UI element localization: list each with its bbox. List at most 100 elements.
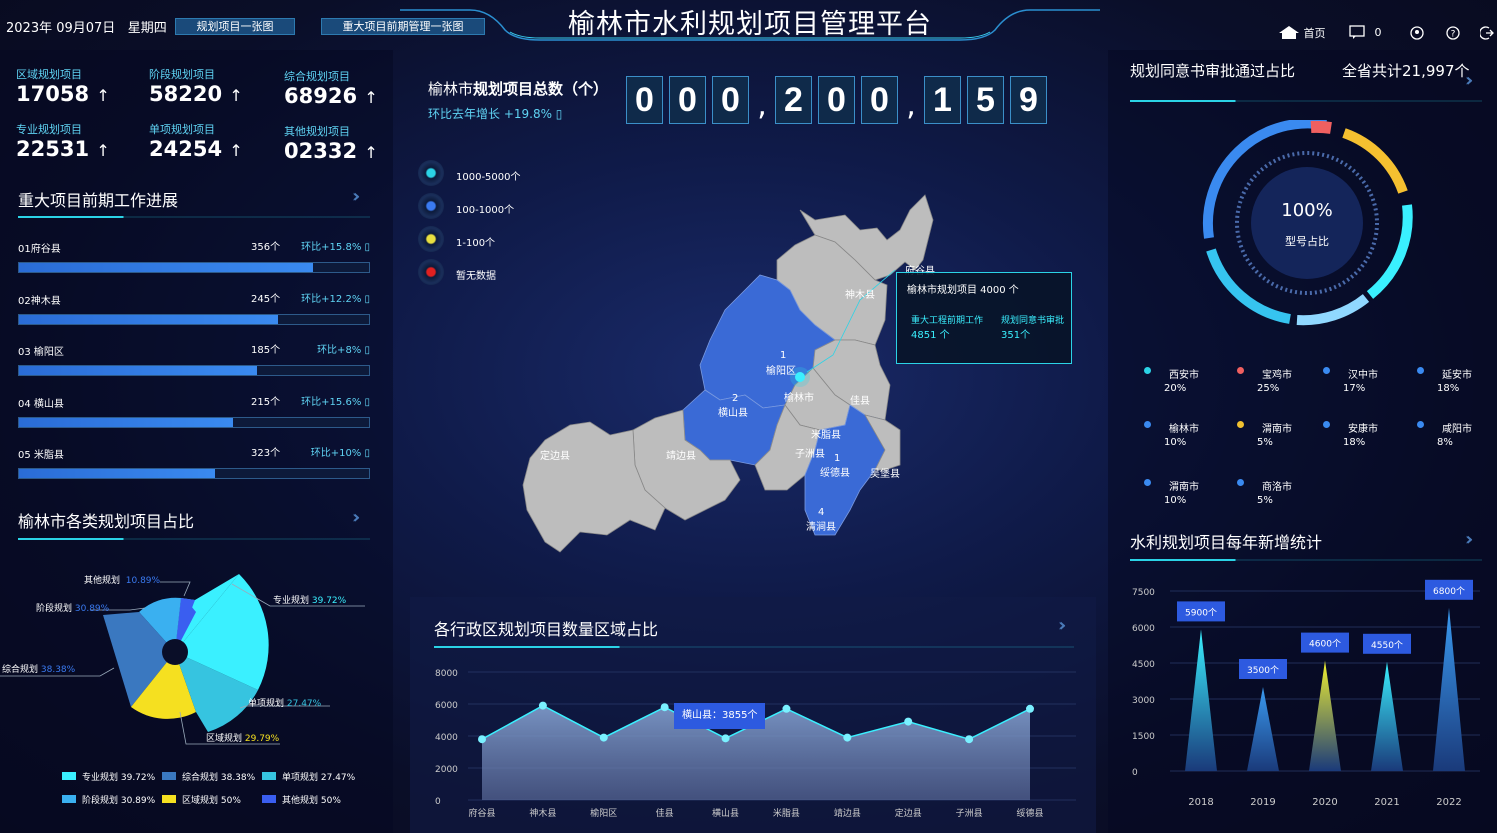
date-value: 2023年 09月07日: [6, 21, 116, 36]
map-label: 子洲县: [795, 449, 825, 460]
bar-label: 6800个: [1433, 586, 1465, 597]
progress-name: 03 榆阳区: [18, 347, 64, 358]
pie-label-name: 其他规划: [84, 576, 121, 586]
map-label: 佳县: [850, 396, 870, 407]
stat-regional: 区域规划项目 17058 ↑: [16, 66, 110, 106]
y-tick-label: 6000: [435, 701, 458, 711]
legend-label: 100-1000个: [456, 205, 515, 216]
expand-chevron-icon[interactable]: ››: [352, 186, 362, 207]
pie-label-regional: 区域规划 29.79%: [206, 731, 279, 744]
expand-chevron-icon[interactable]: ››: [1058, 615, 1068, 636]
progress-ratio: 环比+15.6% ▯: [301, 396, 370, 408]
tooltip-title: 榆林市规划项目 4000 个: [907, 285, 1019, 296]
pie-label-name: 专业规划: [273, 596, 310, 606]
map-label: 榆林市: [784, 393, 814, 404]
city-dot: [1417, 421, 1424, 428]
stat-label: 专业规划项目: [16, 123, 82, 136]
help-icon[interactable]: ?: [1446, 26, 1460, 40]
x-tick-label: 米脂县: [773, 807, 800, 819]
y-tick-label: 4500: [1132, 660, 1155, 670]
x-tick-label: 2022: [1436, 797, 1461, 808]
map-label: 定边县: [540, 451, 570, 462]
digit-cell: 0: [861, 76, 898, 124]
tooltip-key: 重大工程前期工作: [911, 316, 984, 326]
x-tick-label: 神木县: [529, 807, 556, 819]
city-dot: [1144, 421, 1151, 428]
line-point: [904, 717, 913, 726]
city-pct: 18%: [1437, 383, 1460, 394]
stat-label: 综合规划项目: [284, 70, 350, 83]
stat-value: 58220: [149, 82, 223, 106]
approval-title: 规划同意书审批通过占比: [1130, 62, 1296, 80]
pie-label-pct: 10.89%: [125, 576, 161, 586]
message-button[interactable]: 0: [1349, 25, 1382, 39]
total-bold: 规划项目总数（个）: [473, 80, 609, 98]
ring-center: [1251, 167, 1363, 279]
x-tick-label: 定边县: [895, 807, 922, 819]
tab-major-project-map[interactable]: 重大项目前期管理一张图: [321, 18, 485, 35]
expand-chevron-icon[interactable]: ››: [1465, 70, 1475, 91]
legend-label: 暂无数据: [456, 271, 496, 282]
bar-label: 5900个: [1185, 607, 1217, 618]
message-count: 0: [1374, 26, 1382, 39]
progress-section-title: 重大项目前期工作进展: [18, 191, 179, 210]
digit-cell: 1: [924, 76, 961, 124]
bar-spike: [1371, 661, 1403, 771]
stat-value: 17058: [16, 82, 90, 106]
section-underline: [434, 646, 1074, 648]
city-dot: [1144, 479, 1151, 486]
progress-fill: [19, 417, 233, 427]
progress-track: [18, 468, 370, 479]
stat-value: 02332: [284, 139, 358, 163]
home-link[interactable]: 首页: [1278, 25, 1326, 41]
tab-planning-map[interactable]: 规划项目一张图: [175, 18, 295, 35]
legend-label: 1000-5000个: [456, 172, 521, 183]
expand-chevron-icon[interactable]: ››: [1465, 529, 1475, 550]
digit-cell: 0: [669, 76, 706, 124]
stat-single: 单项规划项目 24254 ↑: [149, 121, 243, 161]
stat-value: 24254: [149, 137, 223, 161]
line-point: [782, 704, 791, 713]
tooltip-key: 规划同意书审批: [1001, 316, 1065, 326]
progress-ratio: 环比+10% ▯: [310, 448, 370, 459]
city-dot: [1237, 367, 1244, 374]
bar-spike: [1185, 629, 1217, 771]
city-pct: 17%: [1343, 383, 1366, 394]
legend-label: 区域规划 50%: [182, 796, 241, 806]
approval-ring-chart: [1202, 120, 1413, 326]
logout-icon[interactable]: [1480, 26, 1494, 40]
total-title: 榆林市规划项目总数（个）: [428, 78, 608, 99]
map-tooltip: 榆林市规划项目 4000 个 重大工程前期工作 4851 个 规划同意书审批 3…: [896, 272, 1072, 364]
approval-total: 全省共计21,997个: [1342, 62, 1470, 80]
progress-ratio: 环比+12.2% ▯: [301, 293, 370, 305]
city-pct: 8%: [1437, 437, 1453, 448]
stat-value: 68926: [284, 84, 358, 108]
ring-arc: [1296, 294, 1370, 326]
map-label: 靖边县: [666, 451, 696, 462]
yulin-map[interactable]: [515, 190, 935, 560]
legend-label: 综合规划 38.38%: [182, 773, 256, 783]
stat-label: 阶段规划项目: [149, 68, 215, 81]
x-tick-label: 榆阳区: [590, 807, 617, 819]
ring-center-label: 型号占比: [1285, 235, 1329, 248]
bar-spike: [1309, 660, 1341, 771]
city-dot: [1323, 421, 1330, 428]
legend-swatch: [62, 772, 76, 780]
progress-name: 01府谷县: [18, 244, 61, 255]
digit-separator: ,: [757, 88, 767, 123]
message-icon: [1349, 25, 1365, 39]
progress-fill: [19, 314, 278, 324]
section-underline: [1130, 100, 1482, 102]
progress-count: 185个: [251, 345, 281, 356]
legend-dot-icon: [418, 226, 444, 252]
pie-label-pct: 39.72%: [311, 596, 347, 606]
ring-arc: [1342, 128, 1408, 194]
rose-pie-chart: [0, 574, 365, 745]
expand-chevron-icon[interactable]: ››: [352, 507, 362, 528]
total-counter: 000,200,159: [626, 76, 1047, 136]
user-icon[interactable]: [1410, 26, 1424, 40]
ring-center-pct: 100%: [1281, 200, 1333, 221]
legend-swatch: [162, 795, 176, 803]
digit-separator: ,: [906, 88, 916, 123]
page-title: 榆林市水利规划项目管理平台: [568, 9, 932, 40]
